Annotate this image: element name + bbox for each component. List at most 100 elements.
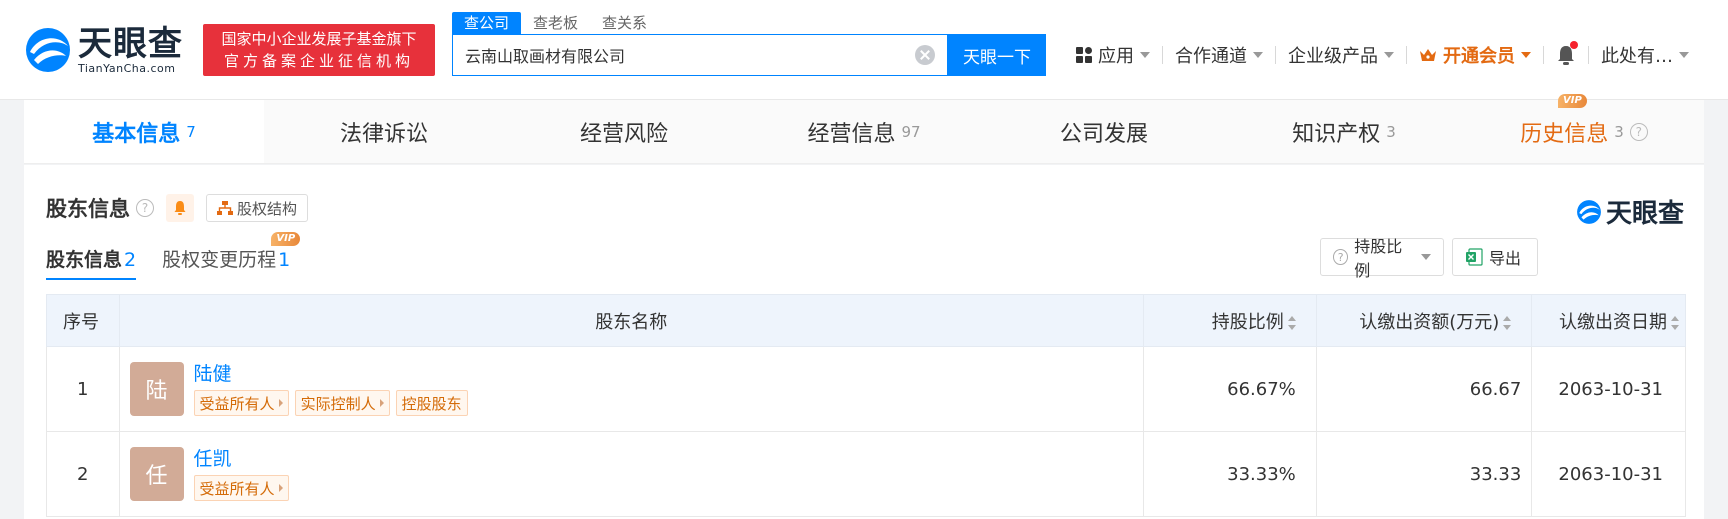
subtab-shareholders[interactable]: 股东信息 2: [46, 245, 137, 280]
row-date: 2063-10-31: [1531, 346, 1686, 432]
nav-user[interactable]: 此处有…: [1593, 43, 1697, 67]
nav-divider: [1406, 46, 1407, 64]
tag-beneficial-owner[interactable]: 受益所有人: [193, 475, 289, 501]
col-amount[interactable]: 认缴出资额(万元): [1315, 294, 1533, 347]
company-main-tabs: 基本信息 7 法律诉讼 经营风险 经营信息 97 公司发展 知识产权 3 VIP…: [24, 94, 1704, 164]
clear-icon[interactable]: [915, 45, 935, 65]
chevron-down-icon: [1140, 52, 1150, 58]
search-button[interactable]: 天眼一下: [948, 34, 1046, 76]
brand-watermark-text: 天眼查: [1605, 199, 1684, 229]
col-ratio[interactable]: 持股比例: [1142, 294, 1317, 347]
nav-apps[interactable]: 应用: [1068, 43, 1158, 67]
chevron-down-icon: [1421, 254, 1431, 260]
equity-structure-label: 股权结构: [237, 199, 298, 218]
tab-label: 法律诉讼: [339, 121, 428, 147]
tab-operation[interactable]: 经营信息 97: [744, 100, 984, 163]
tab-label: 经营信息: [807, 121, 896, 147]
table-row: 2 任 任凯 受益所有人 33.33% 33.33 2063-10-31: [46, 431, 1686, 517]
nav-vip[interactable]: 开通会员: [1411, 43, 1539, 67]
help-icon: ?: [1333, 249, 1349, 265]
nav-channel[interactable]: 合作通道: [1167, 43, 1271, 67]
col-ratio-label: 持股比例: [1211, 311, 1284, 333]
crown-icon: [1420, 49, 1436, 61]
tag-actual-controller[interactable]: 实际控制人: [294, 390, 390, 416]
row-ratio: 33.33%: [1142, 431, 1317, 517]
tab-count: 3: [1614, 122, 1624, 141]
nav-apps-label: 应用: [1098, 46, 1134, 67]
row-index: 1: [46, 346, 120, 432]
search-tab-relation[interactable]: 查关系: [590, 12, 659, 34]
nav-notifications[interactable]: [1548, 41, 1584, 67]
chevron-down-icon: [1253, 52, 1263, 58]
subtab-label: 股权变更历程: [162, 249, 277, 271]
avatar[interactable]: 任: [129, 447, 184, 501]
subtab-count: 1: [278, 249, 291, 271]
tab-count: 7: [186, 122, 196, 141]
tab-history[interactable]: VIP 历史信息 3 ?: [1464, 94, 1704, 163]
chevron-down-icon: [1679, 52, 1689, 58]
col-amount-label: 认缴出资额(万元): [1359, 311, 1500, 333]
tag-label: 受益所有人: [199, 479, 275, 498]
bell-icon: [174, 201, 186, 215]
ratio-filter-button[interactable]: ? 持股比例: [1320, 237, 1444, 280]
row-index: 2: [46, 431, 120, 517]
tab-development[interactable]: 公司发展: [984, 100, 1224, 163]
nav-user-label: 此处有…: [1601, 46, 1673, 67]
logo-text-en: TianYanCha.com: [78, 62, 176, 75]
row-date: 2063-10-31: [1531, 431, 1686, 517]
tab-basic-info[interactable]: 基本信息 7: [24, 100, 264, 163]
tab-label: 历史信息: [1520, 121, 1609, 147]
shareholder-name-link[interactable]: 陆健: [194, 362, 474, 386]
section-title: 股东信息: [46, 197, 130, 221]
export-button[interactable]: 导出: [1452, 238, 1538, 276]
monitor-bell-button[interactable]: [166, 194, 194, 222]
sort-icon: [1503, 315, 1512, 330]
row-amount: 33.33: [1315, 431, 1533, 517]
tab-risk[interactable]: 经营风险: [504, 100, 744, 163]
nav-enterprise[interactable]: 企业级产品: [1280, 43, 1402, 67]
brand-watermark: 天眼查: [1576, 193, 1684, 230]
search-type-tabs: 查公司 查老板 查关系: [452, 12, 659, 34]
nav-enterprise-label: 企业级产品: [1288, 46, 1378, 67]
search-input[interactable]: [453, 35, 915, 75]
tab-count: 97: [901, 122, 921, 141]
row-name-cell: 任 任凯 受益所有人: [118, 431, 1144, 517]
nav-divider: [1162, 46, 1163, 64]
tag-controlling-shareholder: 控股股东: [395, 390, 468, 416]
tianyancha-logo[interactable]: 天眼查 TianYanCha.com: [24, 22, 200, 78]
nav-divider: [1543, 46, 1544, 64]
nav-vip-label: 开通会员: [1443, 46, 1515, 67]
tag-label: 受益所有人: [199, 394, 275, 413]
subtab-count: 2: [124, 249, 137, 271]
logo-eye-icon: [1577, 199, 1601, 224]
ratio-filter-label: 持股比例: [1354, 237, 1403, 280]
tab-label: 经营风险: [579, 121, 668, 147]
tag-beneficial-owner[interactable]: 受益所有人: [193, 390, 289, 416]
search-tab-boss[interactable]: 查老板: [521, 12, 590, 34]
chevron-down-icon: [1384, 52, 1394, 58]
export-label: 导出: [1489, 249, 1522, 268]
subtab-equity-changes[interactable]: VIP 股权变更历程 1: [162, 232, 301, 280]
logo-eye-icon: [24, 26, 72, 74]
col-date[interactable]: 认缴出资日期: [1531, 294, 1686, 347]
equity-structure-button[interactable]: 股权结构: [206, 194, 309, 222]
shareholder-card: 股东信息 ? 股权结构 天眼查 股东信息 2 VIP 股权变更历程 1 ? 持股比例: [24, 165, 1704, 519]
tab-ip[interactable]: 知识产权 3: [1224, 100, 1464, 163]
tab-label: 知识产权: [1292, 121, 1381, 147]
gov-badge: 国家中小企业发展子基金旗下 官方备案企业征信机构: [203, 24, 435, 76]
top-nav: 应用 合作通道 企业级产品 开通会员 此处有…: [1068, 34, 1697, 76]
shareholder-name-link[interactable]: 任凯: [194, 447, 295, 471]
row-ratio: 66.67%: [1142, 346, 1317, 432]
avatar[interactable]: 陆: [129, 362, 184, 416]
search-tab-company[interactable]: 查公司: [452, 12, 522, 34]
shareholder-table: 序号 股东名称 持股比例 认缴出资额(万元) 认缴出资日期 1 陆 陆健 受益所…: [46, 294, 1686, 517]
caret-right-icon: [379, 399, 384, 407]
gov-badge-line1: 国家中小企业发展子基金旗下: [221, 30, 417, 48]
col-date-label: 认缴出资日期: [1559, 311, 1667, 333]
vip-badge: VIP: [1558, 94, 1587, 108]
tab-legal[interactable]: 法律诉讼: [264, 100, 504, 163]
help-icon[interactable]: ?: [1629, 122, 1648, 141]
subtab-label: 股东信息: [46, 249, 123, 271]
help-icon[interactable]: ?: [136, 199, 154, 217]
notification-dot: [1570, 41, 1578, 49]
